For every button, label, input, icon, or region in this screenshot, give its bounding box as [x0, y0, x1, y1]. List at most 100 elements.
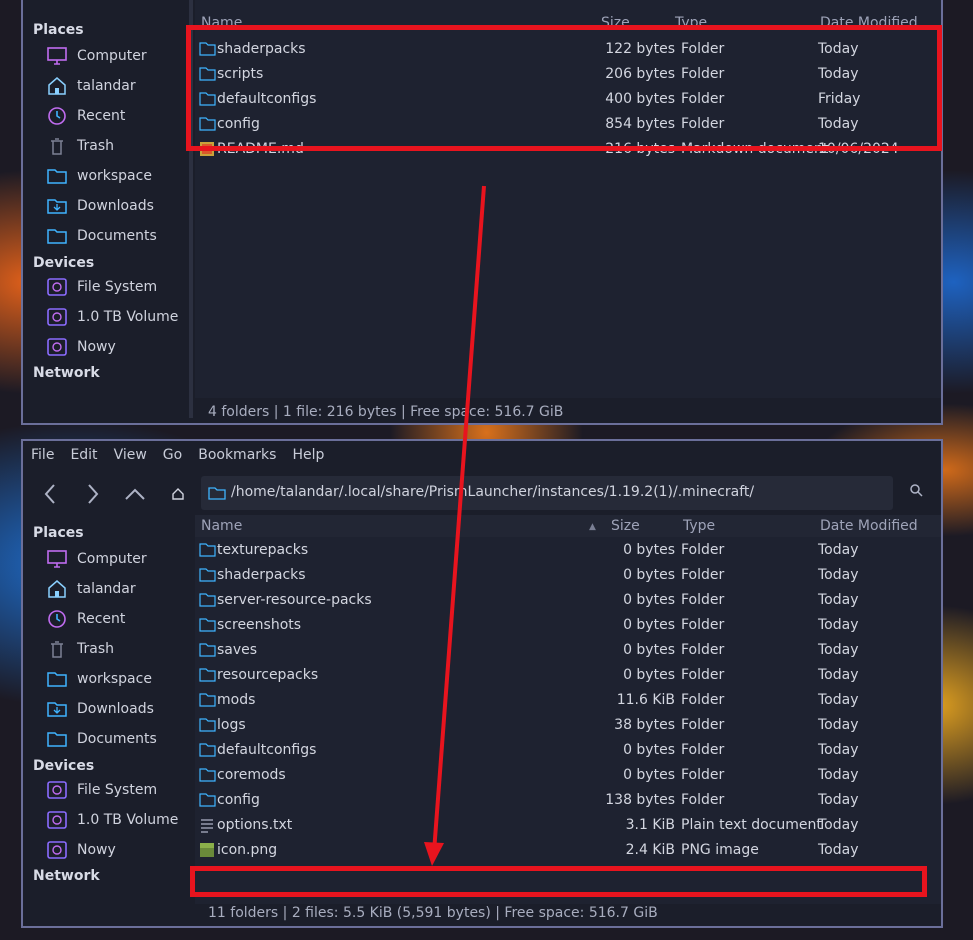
file-name: options.txt	[217, 817, 293, 833]
folder-icon	[199, 642, 216, 658]
menu-view[interactable]: View	[114, 447, 147, 465]
up-button[interactable]	[120, 479, 150, 509]
home-icon	[172, 488, 184, 500]
file-row[interactable]: icon.png 2.4 KiB PNG image Today	[195, 838, 941, 863]
sidebar-item-recent[interactable]: Recent	[45, 102, 195, 130]
sidebar-item-trash[interactable]: Trash	[45, 635, 195, 663]
column-type[interactable]: Type	[683, 518, 715, 534]
file-name: defaultconfigs	[217, 742, 317, 758]
sidebar-item-file-system[interactable]: File System	[45, 776, 195, 804]
file-date: Today	[818, 567, 859, 583]
menu-edit[interactable]: Edit	[70, 447, 97, 465]
folder-icon	[199, 567, 216, 583]
folder-icon	[45, 667, 69, 691]
sidebar-item-label: Trash	[77, 641, 114, 657]
sidebar-item-downloads[interactable]: Downloads	[45, 192, 195, 220]
sidebar-item-computer[interactable]: Computer	[45, 545, 195, 573]
sidebar-item-label: Downloads	[77, 198, 154, 214]
file-date: Today	[818, 842, 859, 858]
search-icon	[910, 484, 923, 497]
folder-icon	[45, 164, 69, 188]
folder-icon	[199, 742, 216, 758]
chevron-right-icon	[88, 484, 99, 504]
downloads-folder-icon	[45, 697, 69, 721]
drive-icon	[45, 778, 69, 802]
file-type: Folder	[681, 742, 725, 758]
sidebar-item-documents[interactable]: Documents	[45, 725, 195, 753]
sidebar-item-talandar[interactable]: talandar	[45, 72, 195, 100]
location-bar[interactable]: /home/talandar/.local/share/PrismLaunche…	[201, 476, 893, 510]
file-row[interactable]: server-resource-packs 0 bytes Folder Today	[195, 588, 941, 613]
chevron-left-icon	[44, 484, 55, 504]
file-size: 0 bytes	[623, 617, 675, 633]
sidebar-item-computer[interactable]: Computer	[45, 42, 195, 70]
sidebar-item-documents[interactable]: Documents	[45, 222, 195, 250]
file-type: Folder	[681, 792, 725, 808]
file-type: Plain text document	[681, 817, 822, 833]
file-date: Today	[818, 617, 859, 633]
menu-bar: File Edit View Go Bookmarks Help	[23, 441, 941, 471]
file-row[interactable]: coremods 0 bytes Folder Today	[195, 763, 941, 788]
file-row[interactable]: config 138 bytes Folder Today	[195, 788, 941, 813]
file-row[interactable]: options.txt 3.1 KiB Plain text document Tod…	[195, 813, 941, 838]
sidebar-item-label: Recent	[77, 611, 126, 627]
file-size: 0 bytes	[623, 592, 675, 608]
sidebar-item-label: 1.0 TB Volume	[77, 812, 179, 828]
sidebar-item-label: File System	[77, 782, 158, 798]
sidebar-item-talandar[interactable]: talandar	[45, 575, 195, 603]
file-name: screenshots	[217, 617, 302, 633]
documents-folder-icon	[45, 727, 69, 751]
sidebar-item-1-0-tb-volume[interactable]: 1.0 TB Volume	[45, 806, 195, 834]
menu-help[interactable]: Help	[292, 447, 324, 465]
file-size: 0 bytes	[623, 567, 675, 583]
menu-bookmarks[interactable]: Bookmarks	[198, 447, 276, 465]
file-row[interactable]: shaderpacks 0 bytes Folder Today	[195, 563, 941, 588]
sidebar-item-trash[interactable]: Trash	[45, 132, 195, 160]
file-date: Today	[818, 642, 859, 658]
file-name: saves	[217, 642, 258, 658]
file-type: Folder	[681, 642, 725, 658]
sidebar-item-downloads[interactable]: Downloads	[45, 695, 195, 723]
sidebar-item-workspace[interactable]: workspace	[45, 665, 195, 693]
sidebar-item-workspace[interactable]: workspace	[45, 162, 195, 190]
sidebar-item-file-system[interactable]: File System	[45, 273, 195, 301]
menu-go[interactable]: Go	[163, 447, 182, 465]
documents-folder-icon	[45, 224, 69, 248]
annotation-highlight-box	[186, 25, 942, 151]
folder-icon	[199, 692, 216, 708]
file-row[interactable]: resourcepacks 0 bytes Folder Today	[195, 663, 941, 688]
column-size[interactable]: Size	[611, 518, 640, 534]
file-manager-window-bottom: File Edit View Go Bookmarks Help /home/taland…	[21, 439, 943, 928]
file-row[interactable]: saves 0 bytes Folder Today	[195, 638, 941, 663]
sidebar-item-nowy[interactable]: Nowy	[45, 333, 195, 361]
file-type: Folder	[681, 617, 725, 633]
folder-icon	[199, 667, 216, 683]
sidebar-item-nowy[interactable]: Nowy	[45, 836, 195, 864]
file-date: Today	[818, 717, 859, 733]
file-name: logs	[217, 717, 246, 733]
sidebar-section-network: Network	[33, 868, 100, 884]
file-date: Today	[818, 542, 859, 558]
home-button[interactable]	[163, 479, 193, 509]
sidebar-item-recent[interactable]: Recent	[45, 605, 195, 633]
file-type: Folder	[681, 667, 725, 683]
file-row[interactable]: defaultconfigs 0 bytes Folder Today	[195, 738, 941, 763]
column-date[interactable]: Date Modified	[820, 518, 918, 534]
sidebar-item-1-0-tb-volume[interactable]: 1.0 TB Volume	[45, 303, 195, 331]
file-row[interactable]: logs 38 bytes Folder Today	[195, 713, 941, 738]
search-button[interactable]	[909, 483, 923, 501]
file-date: Today	[818, 667, 859, 683]
column-name[interactable]: Name	[201, 518, 242, 534]
file-row[interactable]: mods 11.6 KiB Folder Today	[195, 688, 941, 713]
status-bar: 11 folders | 2 files: 5.5 KiB (5,591 byt…	[23, 905, 941, 926]
file-name: icon.png	[217, 842, 278, 858]
file-size: 11.6 KiB	[616, 692, 675, 708]
forward-button[interactable]	[78, 479, 108, 509]
file-size: 2.4 KiB	[625, 842, 675, 858]
back-button[interactable]	[35, 479, 65, 509]
file-row[interactable]: texturepacks 0 bytes Folder Today	[195, 538, 941, 563]
file-size: 38 bytes	[614, 717, 675, 733]
menu-file[interactable]: File	[31, 447, 54, 465]
sidebar-item-label: Computer	[77, 551, 147, 567]
file-row[interactable]: screenshots 0 bytes Folder Today	[195, 613, 941, 638]
